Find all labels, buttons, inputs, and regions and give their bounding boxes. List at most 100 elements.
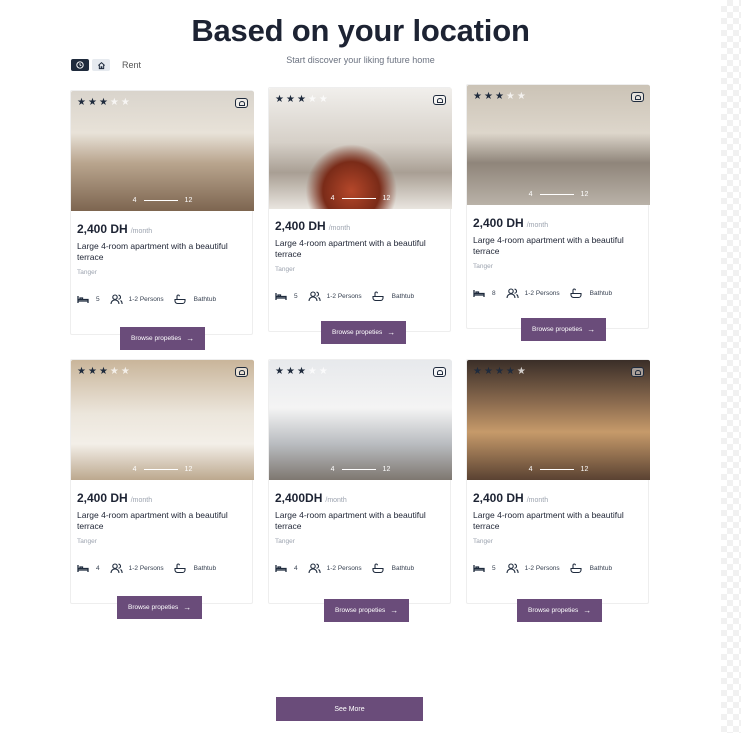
listing-amenities: 5 1-2 Persons Bathtub [77,294,216,305]
bathtub-label: Bathtub [193,565,217,572]
listing-card[interactable]: ★ ★ ★ ★ ★ 4 12 2,400 DH /month Large 4-room … [466,359,650,622]
photo-pager: 4 12 [269,466,452,473]
vr-tour-icon[interactable] [631,367,644,377]
photo-pager: 4 12 [269,195,452,202]
photo-progress-bar[interactable] [341,469,376,470]
filter-bar: Rent [71,59,141,71]
room-image [269,88,452,209]
price-amount: 2,400 DH [77,491,128,505]
bed-count: 4 [96,565,100,572]
bed-icon [473,290,485,297]
star-rating: ★ ★ ★ ★ ★ [275,367,330,377]
browse-properties-button[interactable]: Browse propeties → [324,599,410,622]
browse-button-label: Browse propeties [528,607,579,614]
price-amount: 2,400 DH [473,216,524,230]
listing-title[interactable]: Large 4-room apartment with a beautiful … [77,241,247,263]
star-filled-icon: ★ [285,94,295,105]
room-image [467,360,650,480]
listing-title[interactable]: Large 4-room apartment with a beautiful … [275,510,445,532]
price-period: /month [325,497,347,504]
listing-city: Tanger [77,269,97,276]
star-filled-icon: ★ [483,366,493,377]
star-empty-icon: ★ [109,97,119,108]
star-filled-icon: ★ [483,91,493,102]
bed-icon [473,565,485,572]
listing-photo[interactable]: ★ ★ ★ ★ ★ 4 12 [269,360,452,480]
rent-filter-label[interactable]: Rent [122,60,141,70]
photo-index: 4 [330,466,335,473]
photo-total: 12 [184,197,193,204]
listing-title[interactable]: Large 4-room apartment with a beautiful … [77,510,247,532]
photo-pager: 4 12 [71,466,254,473]
listing-title[interactable]: Large 4-room apartment with a beautiful … [275,238,445,260]
listing-card[interactable]: ★ ★ ★ ★ ★ 4 12 2,400 DH /month Large 4-room … [70,359,254,619]
listing-card[interactable]: ★ ★ ★ ★ ★ 4 12 2,400 DH /month Large 4-room … [466,84,650,341]
browse-properties-button[interactable]: Browse propeties → [517,599,603,622]
bathtub-label: Bathtub [391,565,415,572]
listing-photo[interactable]: ★ ★ ★ ★ ★ 4 12 [71,360,254,480]
persons-count: 1-2 Persons [128,565,164,572]
star-empty-icon: ★ [516,366,526,377]
listing-city: Tanger [77,538,97,545]
photo-total: 12 [580,191,589,198]
listing-card[interactable]: ★ ★ ★ ★ ★ 4 12 2,400 DH /month Large 4-room … [268,87,452,344]
browse-properties-button[interactable]: Browse propeties → [117,596,203,619]
star-filled-icon: ★ [275,94,284,105]
vr-tour-icon[interactable] [433,367,446,377]
listing-title[interactable]: Large 4-room apartment with a beautiful … [473,235,643,257]
photo-total: 12 [580,466,589,473]
star-empty-icon: ★ [318,366,328,377]
browse-properties-button[interactable]: Browse propeties → [321,321,407,344]
star-filled-icon: ★ [494,366,504,377]
room-image [269,360,452,480]
home-filter-button[interactable] [92,59,110,71]
persons-icon [506,288,519,299]
photo-progress-bar[interactable] [539,469,574,470]
listing-card[interactable]: ★ ★ ★ ★ ★ 4 12 2,400 DH /month Large 4-room … [70,90,254,350]
price-period: /month [130,497,153,504]
listing-photo[interactable]: ★ ★ ★ ★ ★ 4 12 [467,360,650,480]
clock-filter-button[interactable] [71,59,89,71]
star-rating: ★ ★ ★ ★ ★ [275,95,330,105]
price-period: /month [526,497,549,504]
photo-progress-bar[interactable] [143,200,178,201]
photo-progress-bar[interactable] [143,469,178,470]
vr-tour-icon[interactable] [631,92,644,102]
vr-tour-icon[interactable] [235,367,248,377]
listing-price: 2,400 DH /month [77,222,152,236]
listing-city: Tanger [473,538,493,545]
star-filled-icon: ★ [473,91,482,102]
bathtub-label: Bathtub [391,293,415,300]
star-rating: ★ ★ ★ ★ ★ [473,367,528,377]
listing-photo[interactable]: ★ ★ ★ ★ ★ 4 12 [71,91,254,211]
browse-properties-button[interactable]: Browse propeties → [521,318,607,341]
clock-icon [76,61,84,69]
browse-properties-button[interactable]: Browse propeties → [120,327,206,350]
photo-pager: 4 12 [467,191,650,198]
persons-icon [506,563,519,574]
page-edge-pattern [721,0,741,733]
photo-index: 4 [132,466,137,473]
photo-progress-bar[interactable] [539,194,574,195]
photo-progress-bar[interactable] [341,198,376,199]
star-filled-icon: ★ [98,97,108,108]
star-filled-icon: ★ [87,97,97,108]
vr-tour-icon[interactable] [433,95,446,105]
browse-button-label: Browse propeties [332,329,383,336]
listing-photo[interactable]: ★ ★ ★ ★ ★ 4 12 [269,88,452,209]
star-empty-icon: ★ [120,97,130,108]
bed-count: 5 [294,293,298,300]
star-filled-icon: ★ [285,366,295,377]
listing-card[interactable]: ★ ★ ★ ★ ★ 4 12 2,400DH /month Large 4-room a… [268,359,452,622]
browse-button-label: Browse propeties [128,604,179,611]
bathtub-icon [570,288,582,299]
listing-title[interactable]: Large 4-room apartment with a beautiful … [473,510,643,532]
vr-tour-icon[interactable] [235,98,248,108]
star-filled-icon: ★ [296,366,306,377]
arrow-right-icon: → [387,328,396,337]
bed-icon [275,293,287,300]
listing-photo[interactable]: ★ ★ ★ ★ ★ 4 12 [467,85,650,205]
star-rating: ★ ★ ★ ★ ★ [77,367,132,377]
bed-icon [275,565,287,572]
see-more-button[interactable]: See More [276,697,423,721]
